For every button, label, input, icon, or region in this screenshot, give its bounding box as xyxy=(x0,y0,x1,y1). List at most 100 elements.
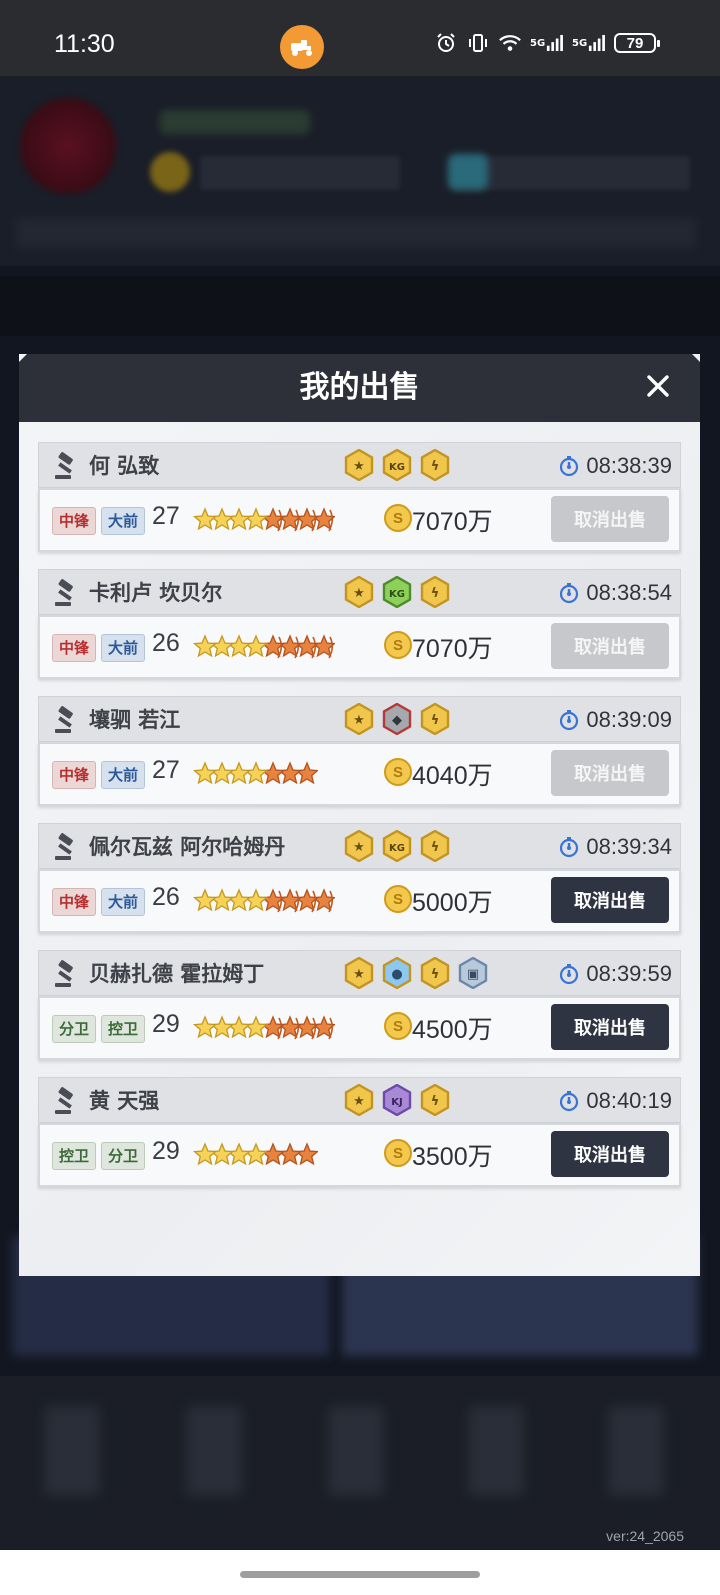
cancel-sale-button[interactable]: 取消出售 xyxy=(551,496,669,542)
svg-text:ϟ: ϟ xyxy=(431,840,440,855)
sale-price: 7070万 xyxy=(412,508,493,536)
modal-title: 我的出售 xyxy=(299,370,420,405)
sale-price: 7070万 xyxy=(412,635,493,663)
position-tag: 大前 xyxy=(101,888,146,916)
badge-group: ★ KG ϟ xyxy=(343,829,451,863)
position-tag: 控卫 xyxy=(52,1142,97,1170)
cancel-sale-button[interactable]: 取消出售 xyxy=(551,623,669,669)
stopwatch-icon xyxy=(558,836,580,858)
stopwatch-icon xyxy=(558,709,580,731)
svg-text:S: S xyxy=(393,510,403,527)
sale-list: 何 弘致 ★ KG ϟ 08:38:39 中锋 大前 27 S 7070万 取消出售 卡利卢 坎贝尔 ★… xyxy=(38,442,681,1204)
svg-text:★: ★ xyxy=(353,967,365,982)
countdown: 08:39:09 xyxy=(558,697,672,743)
nav-item xyxy=(44,1406,100,1496)
svg-text:KG: KG xyxy=(389,843,405,854)
player-name: 贝赫扎德 霍拉姆丁 xyxy=(89,962,265,986)
hexagon-gold-badge-icon: ★ xyxy=(343,448,375,482)
svg-text:★: ★ xyxy=(353,840,365,855)
sale-item: 黄 天强 ★ KJ ϟ 08:40:19 控卫 分卫 29 S 3500万 取消出售 xyxy=(38,1077,681,1195)
nav-item xyxy=(186,1406,242,1496)
countdown-time: 08:38:54 xyxy=(586,580,672,605)
alarm-icon xyxy=(434,32,458,54)
sale-item-body: 控卫 分卫 29 S 3500万 取消出售 xyxy=(38,1123,681,1187)
wifi-icon xyxy=(498,32,522,54)
blurred-menu-row xyxy=(16,218,696,248)
hexagon-gold-badge-icon: ★ xyxy=(343,956,375,990)
player-name: 卡利卢 坎贝尔 xyxy=(89,581,223,605)
gold-star-icon xyxy=(226,761,252,785)
badge-group: ★ ◆ ϟ xyxy=(343,702,451,736)
vibrate-icon xyxy=(466,32,490,54)
gold-star-icon xyxy=(209,761,235,785)
sale-item-header: 黄 天强 ★ KJ ϟ 08:40:19 xyxy=(38,1077,681,1123)
sale-item-body: 中锋 大前 27 S 4040万 取消出售 xyxy=(38,742,681,806)
star-rating xyxy=(192,1012,337,1044)
cancel-sale-button[interactable]: 取消出售 xyxy=(551,750,669,796)
sale-item-header: 佩尔瓦兹 阿尔哈姆丹 ★ KG ϟ 08:39:34 xyxy=(38,823,681,869)
svg-text:KG: KG xyxy=(389,589,405,600)
countdown: 08:38:54 xyxy=(558,570,672,616)
badge-group: ★ ● ϟ ▣ xyxy=(343,956,489,990)
gold-star-icon xyxy=(192,507,218,531)
gold-star-icon xyxy=(192,1015,218,1039)
auction-gavel-icon xyxy=(51,1086,81,1116)
delivery-app-notification-icon xyxy=(280,25,324,69)
gold-star-icon xyxy=(209,1015,235,1039)
countdown-time: 08:40:19 xyxy=(586,1088,672,1113)
sale-item: 佩尔瓦兹 阿尔哈姆丹 ★ KG ϟ 08:39:34 中锋 大前 26 S 5000万 取消出售 xyxy=(38,823,681,941)
blue-gold-badge-icon: ● xyxy=(381,956,413,990)
player-age: 26 xyxy=(152,883,180,911)
bronze-star-icon xyxy=(260,1142,286,1166)
cancel-sale-button[interactable]: 取消出售 xyxy=(551,1004,669,1050)
gold-star-icon xyxy=(192,761,218,785)
bronze-star-icon xyxy=(277,761,303,785)
sale-item: 壤驷 若江 ★ ◆ ϟ 08:39:09 中锋 大前 27 S 4040万 取消出售 xyxy=(38,696,681,814)
status-bar: 11:30 5G 5G 79 xyxy=(0,0,720,76)
countdown: 08:38:39 xyxy=(558,443,672,489)
cancel-sale-button[interactable]: 取消出售 xyxy=(551,877,669,923)
nav-item xyxy=(608,1406,664,1496)
sale-price: 3500万 xyxy=(412,1143,493,1171)
svg-text:◆: ◆ xyxy=(392,713,402,728)
sale-item-body: 分卫 控卫 29 S 4500万 取消出售 xyxy=(38,996,681,1060)
bronze-star-icon xyxy=(294,761,320,785)
svg-text:★: ★ xyxy=(353,586,365,601)
sale-item-header: 卡利卢 坎贝尔 ★ KG ϟ 08:38:54 xyxy=(38,569,681,615)
sale-price: 4040万 xyxy=(412,762,493,790)
home-indicator[interactable] xyxy=(240,1571,480,1578)
gold-star-icon xyxy=(209,634,235,658)
player-age: 27 xyxy=(152,756,180,784)
coin-icon xyxy=(150,152,190,192)
cancel-sale-button[interactable]: 取消出售 xyxy=(551,1131,669,1177)
gold-star-icon xyxy=(243,1015,269,1039)
close-button[interactable] xyxy=(638,366,678,406)
player-age: 29 xyxy=(152,1010,180,1038)
coin-icon: S xyxy=(384,631,412,659)
position-tag: 中锋 xyxy=(52,888,97,916)
lightning-gold-badge-icon: ϟ xyxy=(419,702,451,736)
battery-level: 79 xyxy=(626,34,644,52)
gesture-bar xyxy=(0,1550,720,1595)
lightning-gold-badge-icon: ϟ xyxy=(419,575,451,609)
sale-item: 贝赫扎德 霍拉姆丁 ★ ● ϟ ▣ 08:39:59 分卫 控卫 29 S 4500万 取消出售 xyxy=(38,950,681,1068)
gold-star-icon xyxy=(243,507,269,531)
hexagon-gold-badge-icon: ★ xyxy=(343,702,375,736)
hexagon-gold-badge-icon: ★ xyxy=(343,829,375,863)
badge-group: ★ KG ϟ xyxy=(343,448,451,482)
countdown: 08:40:19 xyxy=(558,1078,672,1124)
stopwatch-icon xyxy=(558,963,580,985)
hexagon-gold-badge-icon: ★ xyxy=(343,575,375,609)
bronze-star-icon xyxy=(277,1142,303,1166)
position-tag: 大前 xyxy=(101,761,146,789)
position-tag: 中锋 xyxy=(52,507,97,535)
gem-icon xyxy=(448,154,488,190)
star-rating xyxy=(192,504,337,536)
sale-item-body: 中锋 大前 26 S 5000万 取消出售 xyxy=(38,869,681,933)
auction-gavel-icon xyxy=(51,959,81,989)
gold-star-icon xyxy=(226,888,252,912)
countdown-time: 08:39:09 xyxy=(586,707,672,732)
gold-star-icon xyxy=(226,634,252,658)
position-tag: 大前 xyxy=(101,507,146,535)
gold-star-icon xyxy=(209,507,235,531)
